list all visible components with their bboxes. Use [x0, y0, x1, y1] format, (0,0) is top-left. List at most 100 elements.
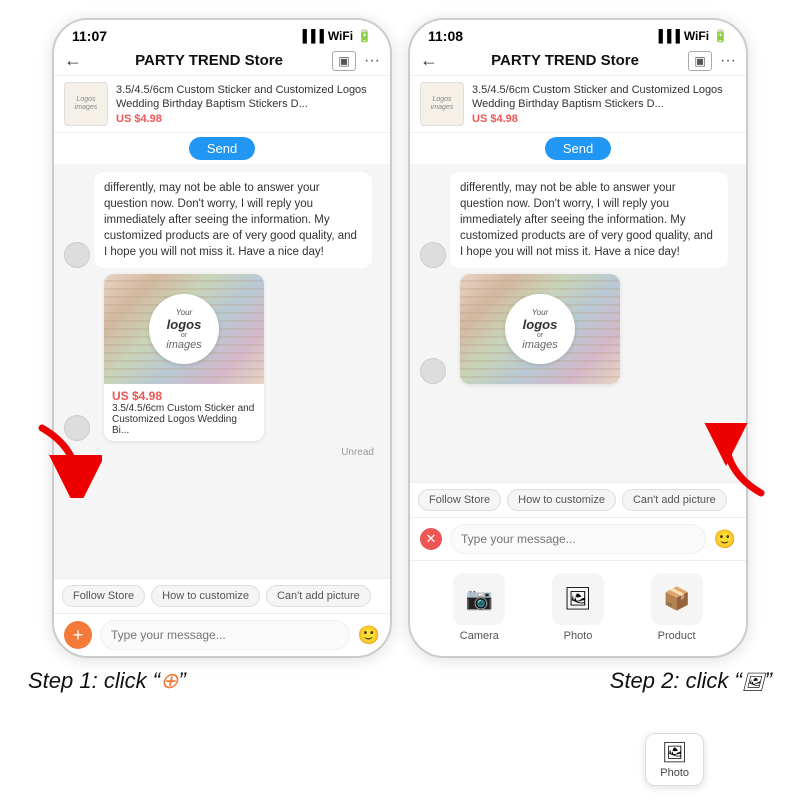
phone1: 11:07 ▐▐▐ WiFi 🔋 ← PARTY TREND Store ··· — [52, 18, 392, 658]
avatar-1 — [64, 242, 90, 268]
store-icon-2[interactable] — [688, 51, 712, 71]
product-price-1: US $4.98 — [116, 113, 380, 125]
sticker-image-2: Your logos or images — [460, 274, 620, 384]
media-options-2: 📷 Camera 🖼 Photo 📦 Product — [410, 560, 746, 656]
product-thumb-2: Logosimages — [420, 82, 464, 126]
chat-area-1: differently, may not be able to answer y… — [54, 164, 390, 578]
send-btn-2[interactable]: Send — [545, 137, 611, 160]
store-name-2: PARTY TREND Store — [448, 52, 682, 69]
cant-add-picture-btn-2[interactable]: Can't add picture — [622, 489, 727, 511]
wifi-icon: WiFi — [328, 29, 353, 43]
message-input-2[interactable] — [450, 524, 706, 554]
status-bar-2: 11:08 ▐▐▐ WiFi 🔋 — [410, 20, 746, 46]
sticker-info-1: US $4.98 3.5/4.5/6cm Custom Sticker and … — [104, 384, 264, 441]
sticker-or-2: or — [537, 332, 543, 339]
photo-callout: 🖼 Photo — [645, 733, 704, 786]
step1-label: Step 1: click “⊕” — [28, 668, 186, 694]
sticker-price-1: US $4.98 — [112, 389, 256, 403]
product-card-2[interactable]: Logosimages 3.5/4.5/6cm Custom Sticker a… — [410, 76, 746, 133]
steps-row: Step 1: click “⊕” Step 2: click “🖼” — [0, 658, 800, 694]
photo-icon: 🖼 — [552, 573, 604, 625]
input-bar-2: ✕ 🙂 — [410, 517, 746, 560]
send-btn-1[interactable]: Send — [189, 137, 255, 160]
photo-label: Photo — [564, 630, 593, 642]
chat-area-2: differently, may not be able to answer y… — [410, 164, 746, 482]
chat-row-sticker-1: Your logos or images US $4.98 3.5/4.5/6c… — [64, 274, 380, 441]
product-price-2: US $4.98 — [472, 113, 736, 125]
sticker-logos-2: logos — [523, 317, 558, 332]
chat-bubble-1: differently, may not be able to answer y… — [94, 172, 372, 268]
wifi-icon-2: WiFi — [684, 29, 709, 43]
product-thumb-1: Logosimages — [64, 82, 108, 126]
message-input-1[interactable] — [100, 620, 350, 650]
product-label: Product — [658, 630, 696, 642]
camera-icon: 📷 — [453, 573, 505, 625]
quick-replies-2: Follow Store How to customize Can't add … — [410, 482, 746, 517]
top-nav-1: ← PARTY TREND Store ··· — [54, 46, 390, 76]
status-icons-1: ▐▐▐ WiFi 🔋 — [298, 29, 372, 43]
photo-callout-label: Photo — [660, 767, 689, 779]
how-to-customize-btn-2[interactable]: How to customize — [507, 489, 616, 511]
sticker-your-2: Your — [532, 308, 548, 317]
store-name-1: PARTY TREND Store — [92, 52, 326, 69]
emoji-btn-1[interactable]: 🙂 — [358, 625, 380, 646]
sticker-image-1: Your logos or images — [104, 274, 264, 384]
sticker-name-1: 3.5/4.5/6cm Custom Sticker and Customize… — [112, 403, 256, 436]
input-bar-1: + 🙂 — [54, 613, 390, 656]
signal-icon: ▐▐▐ — [298, 29, 324, 43]
status-bar-1: 11:07 ▐▐▐ WiFi 🔋 — [54, 20, 390, 46]
chat-row-sticker-2: Your logos or images — [420, 274, 736, 384]
sticker-your-1: Your — [176, 308, 192, 317]
product-info-1: 3.5/4.5/6cm Custom Sticker and Customize… — [116, 83, 380, 126]
product-option[interactable]: 📦 Product — [651, 573, 703, 642]
more-icon-1[interactable]: ··· — [364, 52, 380, 70]
follow-store-btn-1[interactable]: Follow Store — [62, 585, 145, 607]
signal-icon-2: ▐▐▐ — [654, 29, 680, 43]
chat-bubble-2: differently, may not be able to answer y… — [450, 172, 728, 268]
step2-label: Step 2: click “🖼” — [610, 668, 772, 694]
chat-row-msg-1: differently, may not be able to answer y… — [64, 172, 380, 268]
sticker-circle-1: Your logos or images — [149, 294, 219, 364]
quick-replies-1: Follow Store How to customize Can't add … — [54, 578, 390, 613]
product-title-2: 3.5/4.5/6cm Custom Sticker and Customize… — [472, 83, 736, 112]
unread-1: Unread — [64, 447, 380, 458]
time-2: 11:08 — [428, 28, 463, 44]
battery-icon: 🔋 — [357, 29, 372, 43]
plus-btn-1[interactable]: + — [64, 621, 92, 649]
x-btn-2[interactable]: ✕ — [420, 528, 442, 550]
sticker-logos-1: logos — [167, 317, 202, 332]
photo-option[interactable]: 🖼 Photo — [552, 573, 604, 642]
sticker-or-1: or — [181, 332, 187, 339]
status-icons-2: ▐▐▐ WiFi 🔋 — [654, 29, 728, 43]
sticker-images-2: images — [522, 339, 557, 351]
battery-icon-2: 🔋 — [713, 29, 728, 43]
product-card-1[interactable]: Logosimages 3.5/4.5/6cm Custom Sticker a… — [54, 76, 390, 133]
nav-icons-2: ··· — [688, 51, 736, 71]
back-arrow-1[interactable]: ← — [64, 50, 82, 71]
product-title-1: 3.5/4.5/6cm Custom Sticker and Customize… — [116, 83, 380, 112]
chat-row-msg-2: differently, may not be able to answer y… — [420, 172, 736, 268]
product-info-2: 3.5/4.5/6cm Custom Sticker and Customize… — [472, 83, 736, 126]
top-nav-2: ← PARTY TREND Store ··· — [410, 46, 746, 76]
cant-add-picture-btn-1[interactable]: Can't add picture — [266, 585, 371, 607]
avatar-2 — [420, 242, 446, 268]
camera-option[interactable]: 📷 Camera — [453, 573, 505, 642]
phone2: 11:08 ▐▐▐ WiFi 🔋 ← PARTY TREND Store ··· — [408, 18, 748, 658]
time-1: 11:07 — [72, 28, 107, 44]
sticker-card-2[interactable]: Your logos or images — [460, 274, 620, 384]
nav-icons-1: ··· — [332, 51, 380, 71]
step1-plus-highlight: ⊕ — [160, 668, 178, 693]
more-icon-2[interactable]: ··· — [720, 52, 736, 70]
avatar-sticker-2 — [420, 358, 446, 384]
store-icon-1[interactable] — [332, 51, 356, 71]
emoji-btn-2[interactable]: 🙂 — [714, 529, 736, 550]
how-to-customize-btn-1[interactable]: How to customize — [151, 585, 260, 607]
sticker-card-1[interactable]: Your logos or images US $4.98 3.5/4.5/6c… — [104, 274, 264, 441]
camera-label: Camera — [460, 630, 499, 642]
step2-photo-icon: 🖼 — [742, 672, 765, 692]
photo-callout-icon: 🖼 — [662, 740, 687, 765]
follow-store-btn-2[interactable]: Follow Store — [418, 489, 501, 511]
sticker-circle-2: Your logos or images — [505, 294, 575, 364]
back-arrow-2[interactable]: ← — [420, 50, 438, 71]
sticker-images-1: images — [166, 339, 201, 351]
